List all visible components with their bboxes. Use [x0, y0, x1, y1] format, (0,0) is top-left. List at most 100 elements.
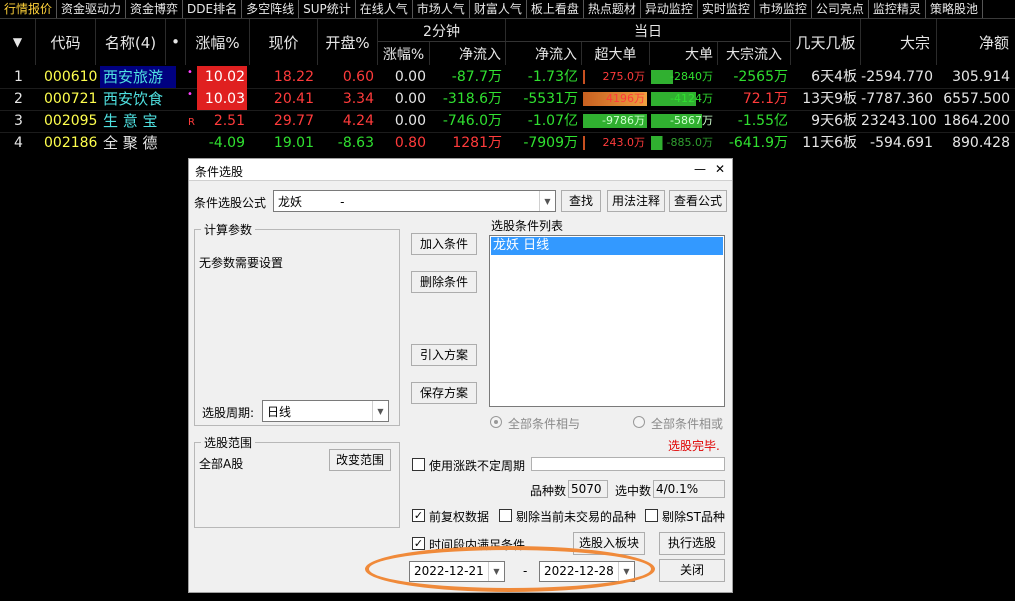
save-plan-button[interactable]: 保存方案 — [411, 382, 477, 404]
tab-quotes[interactable]: 行情报价 — [0, 0, 58, 18]
col-open-pct[interactable]: 开盘% — [318, 19, 378, 65]
tab-wealth-pop[interactable]: 财富人气 — [470, 0, 527, 18]
stock-code: 002095 — [44, 113, 98, 129]
col-two-min-inflow[interactable]: 净流入 — [430, 42, 506, 65]
col-days-boards[interactable]: 几天几板 — [791, 19, 861, 65]
period-label: 选股周期: — [202, 406, 255, 420]
tab-fund-game[interactable]: 资金博弈 — [126, 0, 184, 18]
date-from-picker[interactable]: 2022-12-21 ▼ — [409, 561, 505, 582]
tab-realtime-monitor[interactable]: 实时监控 — [698, 0, 755, 18]
col-net-inflow[interactable]: 净流入 — [506, 42, 582, 65]
close-button[interactable]: 关闭 — [659, 559, 725, 582]
dialog-titlebar[interactable]: 条件选股 — ✕ — [189, 159, 732, 181]
condition-list-title: 选股条件列表 — [491, 219, 564, 233]
usage-notes-button[interactable]: 用法注释 — [607, 190, 665, 212]
tab-fund-drive[interactable]: 资金驱动力 — [57, 0, 127, 18]
tab-anomaly-monitor[interactable]: 异动监控 — [641, 0, 698, 18]
chevron-down-icon[interactable]: ▼ — [488, 562, 504, 581]
run-screening-button[interactable]: 执行选股 — [659, 532, 725, 555]
col-code[interactable]: 代码 — [36, 19, 96, 65]
condition-list-item[interactable]: 龙妖 日线 — [491, 237, 723, 255]
col-name[interactable]: 名称(4) — [96, 19, 166, 65]
table-row[interactable]: 2 000721 西安饮食 • 10.03 20.41 3.34 0.00 -3… — [0, 88, 1015, 110]
minimize-icon[interactable]: — — [692, 161, 708, 177]
tab-sup-stats[interactable]: SUP统计 — [299, 0, 356, 18]
find-button[interactable]: 查找 — [561, 190, 601, 212]
add-to-block-button[interactable]: 选股入板块 — [573, 532, 645, 555]
add-condition-button[interactable]: 加入条件 — [411, 233, 477, 255]
super-large-bar: -9786万 — [583, 114, 647, 128]
condition-list[interactable]: 龙妖 日线 — [489, 235, 725, 407]
sort-menu-icon[interactable]: ▼ — [0, 19, 36, 65]
change-range-button[interactable]: 改变范围 — [329, 449, 391, 471]
tab-dde-rank[interactable]: DDE排名 — [183, 0, 243, 18]
view-formula-button[interactable]: 查看公式 — [669, 190, 727, 212]
two-min-change: 0.00 — [394, 91, 426, 107]
col-large[interactable]: 大单 — [650, 42, 718, 65]
block-inflow: 72.1万 — [742, 91, 788, 107]
all-or-radio[interactable] — [633, 416, 645, 428]
range-title: 选股范围 — [201, 434, 256, 451]
net-inflow: -1.07亿 — [527, 113, 578, 129]
exclude-st-checkbox[interactable] — [645, 509, 658, 522]
tab-long-short[interactable]: 多空阵线 — [242, 0, 300, 18]
tab-strategy-pool[interactable]: 策略股池 — [926, 0, 983, 18]
tab-hot-topics[interactable]: 热点题材 — [584, 0, 641, 18]
col-super-large[interactable]: 超大单 — [582, 42, 650, 65]
col-block[interactable]: 大宗 — [861, 19, 937, 65]
tab-market-pop[interactable]: 市场人气 — [413, 0, 470, 18]
period-range-field[interactable] — [531, 457, 725, 471]
delete-condition-button[interactable]: 删除条件 — [411, 271, 477, 293]
open-pct: -8.63 — [337, 135, 374, 151]
row-index: 3 — [14, 113, 23, 129]
all-and-radio[interactable] — [490, 416, 502, 428]
col-change-pct[interactable]: 涨幅% — [186, 19, 250, 65]
range-value: 全部A股 — [199, 457, 244, 471]
chevron-down-icon[interactable]: ▼ — [618, 562, 634, 581]
row-index: 1 — [14, 69, 23, 85]
table-row[interactable]: 3 002095 生 意 宝 R 2.51 29.77 4.24 0.00 -7… — [0, 110, 1015, 132]
chevron-down-icon[interactable]: ▼ — [372, 401, 388, 421]
import-plan-button[interactable]: 引入方案 — [411, 344, 477, 366]
exclude-untraded-label: 剔除当前未交易的品种 — [516, 510, 637, 524]
formula-label: 条件选股公式 — [194, 196, 267, 210]
block: -2594.770 — [861, 69, 933, 85]
col-block-inflow[interactable]: 大宗流入 — [718, 42, 791, 65]
days-boards: 6天4板 — [811, 69, 857, 85]
date-to-picker[interactable]: 2022-12-28 ▼ — [539, 561, 635, 582]
tab-monitor-genie[interactable]: 监控精灵 — [869, 0, 926, 18]
tab-online-pop[interactable]: 在线人气 — [356, 0, 413, 18]
formula-select[interactable]: 龙妖 - ▼ — [273, 190, 556, 212]
stock-code: 002186 — [44, 135, 98, 151]
period-select[interactable]: 日线 ▼ — [262, 400, 389, 422]
status-text: 选股完毕. — [668, 439, 720, 453]
stock-name[interactable]: 西安饮食 — [103, 88, 179, 110]
adjusted-data-checkbox[interactable]: ✓ — [412, 509, 425, 522]
table-row[interactable]: 1 000610 西安旅游 • 10.02 18.22 0.60 0.00 -8… — [0, 66, 1015, 88]
col-price[interactable]: 现价 — [250, 19, 318, 65]
stock-name[interactable]: 全 聚 德 — [103, 132, 179, 154]
calc-params-group: 计算参数 无参数需要设置 选股周期: 日线 ▼ — [194, 221, 400, 426]
close-icon[interactable]: ✕ — [712, 161, 728, 177]
stock-name[interactable]: 西安旅游 — [100, 66, 176, 88]
row-flag — [187, 132, 197, 154]
tab-board-watch[interactable]: 板上看盘 — [527, 0, 584, 18]
open-pct: 4.24 — [342, 113, 374, 129]
tab-market-monitor[interactable]: 市场监控 — [755, 0, 812, 18]
col-net-amount[interactable]: 净额 — [937, 19, 1015, 65]
use-period-checkbox[interactable] — [412, 458, 425, 471]
table-row[interactable]: 4 002186 全 聚 德 -4.09 19.01 -8.63 0.80 12… — [0, 132, 1015, 154]
stock-name[interactable]: 生 意 宝 — [103, 110, 179, 132]
large-bar: -2840万 — [651, 70, 715, 84]
super-large-bar: 243.0万 — [583, 136, 647, 150]
tab-company-highlights[interactable]: 公司亮点 — [812, 0, 869, 18]
time-range-label: 时间段内满足条件 — [429, 538, 526, 552]
time-range-checkbox[interactable]: ✓ — [412, 537, 425, 550]
stock-code: 000610 — [44, 69, 98, 85]
row-flag: • — [187, 89, 193, 100]
price: 19.01 — [273, 135, 314, 151]
chevron-down-icon[interactable]: ▼ — [539, 191, 555, 211]
two-min-change: 0.80 — [394, 135, 426, 151]
exclude-untraded-checkbox[interactable] — [499, 509, 512, 522]
col-two-min-change[interactable]: 涨幅% — [378, 42, 430, 65]
